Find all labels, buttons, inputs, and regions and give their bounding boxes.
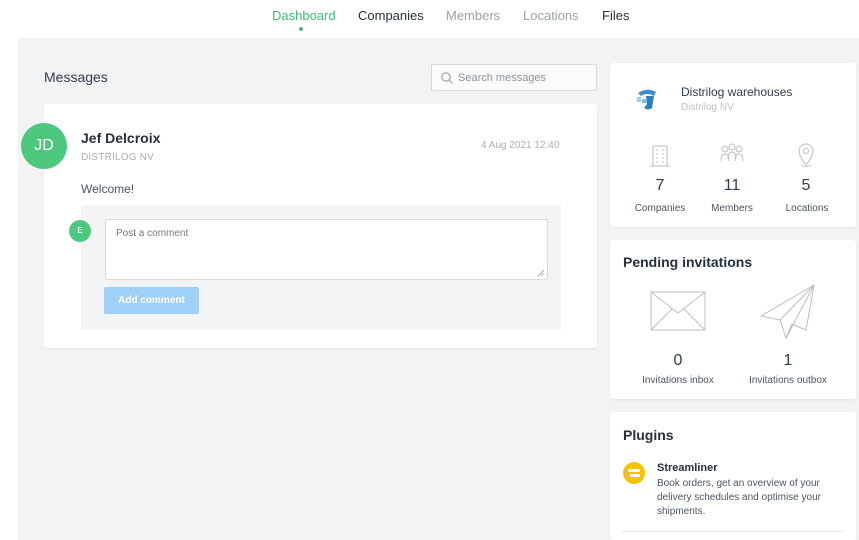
streamliner-icon [623, 462, 645, 484]
companies-stat-link[interactable]: Companies [620, 203, 700, 214]
add-comment-button[interactable]: Add comment [104, 287, 199, 314]
plugin-divider [622, 531, 844, 532]
members-icon [720, 143, 744, 162]
companies-count: 7 [655, 177, 665, 194]
nav-item-files[interactable]: Files [602, 8, 629, 23]
left-edge-panel [0, 38, 18, 540]
organization-subtitle: Distrilog NV [681, 102, 734, 113]
invitations-outbox-link[interactable]: Invitations outbox [733, 375, 843, 386]
search-input[interactable] [458, 69, 592, 87]
locations-stat-link[interactable]: Locations [767, 203, 847, 214]
nav-item-members[interactable]: Members [446, 8, 500, 23]
search-box[interactable] [431, 64, 597, 91]
resize-handle-icon[interactable] [537, 269, 545, 277]
active-indicator-dot [299, 27, 303, 31]
search-icon [441, 72, 453, 84]
invitations-outbox-count: 1 [783, 352, 793, 369]
message-company: DISTRILOG NV [81, 152, 154, 163]
pending-invitations-title: Pending invitations [623, 254, 753, 270]
plugin-description: Book orders, get an overview of your del… [657, 478, 821, 517]
nav-item-locations[interactable]: Locations [523, 8, 579, 23]
message-author: Jef Delcroix [81, 130, 161, 146]
message-date: 4 Aug 2021 12:40 [481, 140, 560, 151]
organization-name: Distrilog warehouses [681, 85, 793, 99]
invitations-inbox-link[interactable]: Invitations inbox [623, 375, 733, 386]
plugin-name[interactable]: Streamliner [657, 462, 718, 474]
members-count: 11 [723, 177, 741, 194]
author-avatar: JD [21, 123, 67, 169]
envelope-icon [650, 291, 706, 331]
main-nav: Dashboard Companies Members Locations Fi… [0, 8, 859, 31]
comment-input[interactable] [105, 219, 548, 280]
plugins-title: Plugins [623, 427, 674, 443]
top-navigation-bar: Dashboard Companies Members Locations Fi… [0, 0, 859, 38]
organization-logo-icon [637, 89, 656, 110]
locations-count: 5 [801, 177, 811, 194]
location-pin-icon [798, 143, 814, 167]
invitations-inbox-count: 0 [673, 352, 683, 369]
commenter-avatar: E [69, 220, 91, 242]
messages-title: Messages [44, 69, 108, 85]
message-text: Welcome! [81, 182, 135, 196]
members-stat-link[interactable]: Members [692, 203, 772, 214]
nav-item-companies[interactable]: Companies [358, 8, 424, 23]
paper-plane-icon [760, 284, 815, 339]
building-icon [650, 145, 670, 167]
nav-item-dashboard[interactable]: Dashboard [272, 8, 336, 23]
